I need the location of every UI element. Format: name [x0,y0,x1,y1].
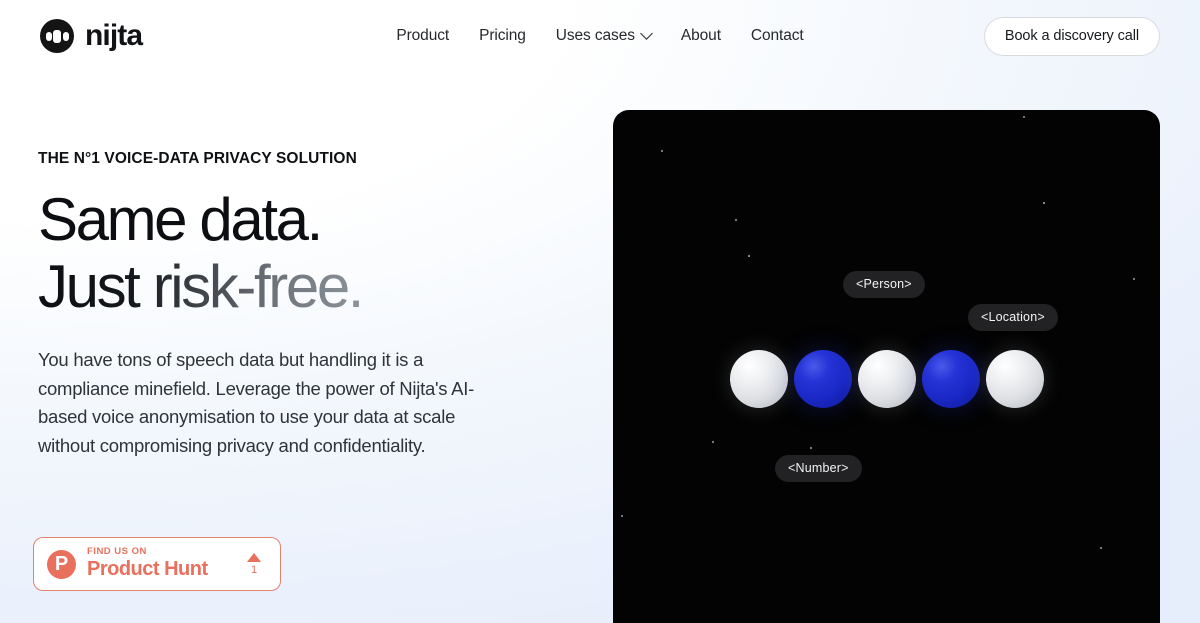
brand-logo[interactable]: nijta [40,19,143,53]
headline-line-1: Same data. [38,186,323,253]
particle-speck [735,219,737,221]
entity-label-number: <Number> [775,455,862,482]
particle-speck [1133,278,1135,280]
sphere-row [613,350,1160,408]
particle-speck [1100,547,1102,549]
sphere-2 [793,350,852,408]
sphere-1 [729,350,788,408]
nav-label: Pricing [479,27,526,44]
sphere-5 [985,350,1044,408]
sphere-3 [857,350,916,408]
entity-label-person: <Person> [843,271,925,298]
particle-speck [1043,202,1045,204]
particle-speck [712,441,714,443]
particle-speck [1023,116,1025,118]
upvote-triangle-icon [247,552,261,562]
sphere-4 [921,350,980,408]
brand-name: nijta [85,19,143,52]
entity-label-location: <Location> [968,304,1058,331]
site-header: nijta Product Pricing Uses cases About C [0,0,1200,72]
nav-item-product[interactable]: Product [394,21,451,51]
product-hunt-upvote[interactable]: 1 [247,552,267,576]
nav-item-uses-cases[interactable]: Uses cases [554,21,653,51]
particle-speck [748,255,750,257]
product-hunt-kicker: FIND US ON [87,545,147,557]
product-hunt-logo-icon: P [47,549,76,579]
product-hunt-badge[interactable]: P FIND US ON Product Hunt 1 [33,537,281,591]
upvote-count: 1 [250,563,258,576]
hero-copy: THE N°1 VOICE-DATA PRIVACY SOLUTION Same… [38,150,558,460]
nav-label: About [680,27,721,44]
nijta-waveform-icon [40,19,74,53]
headline-line-2: Just risk-free. [38,253,364,321]
hero-page: nijta Product Pricing Uses cases About C [0,0,1200,623]
hero-visual-panel: <Person> <Location> <Number> [613,110,1160,623]
nav-item-about[interactable]: About [679,21,723,51]
nav-item-contact[interactable]: Contact [749,21,806,51]
chevron-down-icon [640,26,653,40]
page-title: Same data. Just risk-free. [38,186,558,320]
hero-description: You have tons of speech data but handlin… [38,349,475,456]
nav-label: Uses cases [555,27,635,44]
hero-eyebrow: THE N°1 VOICE-DATA PRIVACY SOLUTION [38,150,357,167]
particle-speck [661,150,663,152]
nav-label: Product [396,27,450,44]
book-discovery-call-button[interactable]: Book a discovery call [983,16,1160,56]
particle-speck [810,447,812,449]
product-hunt-title: Product Hunt [87,558,208,581]
nav-item-pricing[interactable]: Pricing [477,21,528,51]
nav-label: Contact [750,27,804,44]
particle-speck [621,515,623,517]
